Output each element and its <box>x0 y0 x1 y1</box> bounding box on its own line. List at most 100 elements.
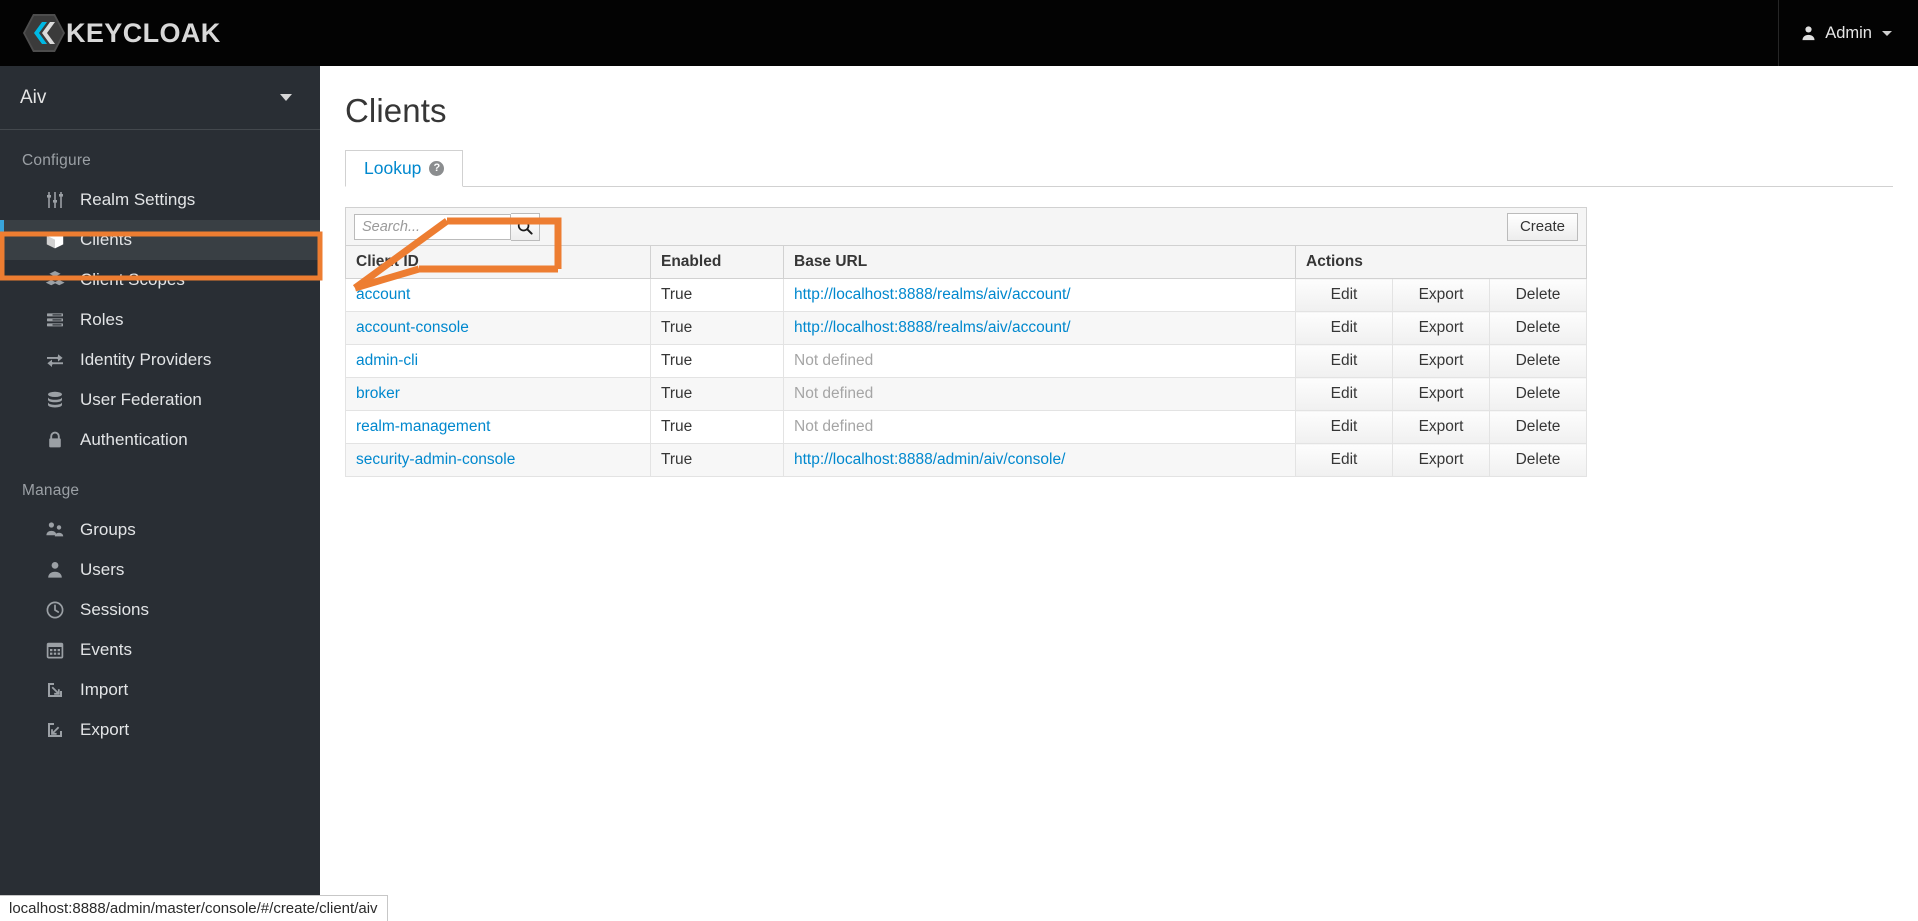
export-button[interactable]: Export <box>1392 344 1490 378</box>
realm-selector[interactable]: Aiv <box>0 66 320 130</box>
edit-button[interactable]: Edit <box>1295 377 1393 411</box>
sidebar: Aiv Configure Realm Settings Clients Client… <box>0 66 320 921</box>
sidebar-item-label: Authentication <box>80 430 188 449</box>
base-url-link[interactable]: http://localhost:8888/admin/aiv/console/ <box>794 451 1065 468</box>
delete-button[interactable]: Delete <box>1489 311 1587 345</box>
keycloak-logo-icon <box>23 14 65 52</box>
export-button[interactable]: Export <box>1392 311 1490 345</box>
client-id-link[interactable]: realm-management <box>356 418 490 435</box>
delete-button[interactable]: Delete <box>1489 377 1587 411</box>
cell-enabled: True <box>650 377 784 411</box>
sidebar-item-groups[interactable]: Groups <box>0 510 320 550</box>
table-row: admin-cli True Not defined Edit Export Delete <box>345 344 1587 378</box>
delete-button[interactable]: Delete <box>1489 278 1587 312</box>
lock-icon <box>44 429 66 451</box>
edit-button[interactable]: Edit <box>1295 443 1393 477</box>
sidebar-item-label: Sessions <box>80 600 149 619</box>
sidebar-item-events[interactable]: Events <box>0 630 320 670</box>
tab-lookup[interactable]: Lookup ? <box>345 150 464 187</box>
users-icon <box>44 519 66 541</box>
table-header-row: Client ID Enabled Base URL Actions <box>345 246 1587 279</box>
client-id-link[interactable]: account <box>356 286 410 303</box>
tab-bar: Lookup ? <box>345 150 1893 187</box>
database-icon <box>44 389 66 411</box>
cell-base-url: http://localhost:8888/admin/aiv/console/ <box>783 443 1296 477</box>
edit-button[interactable]: Edit <box>1295 278 1393 312</box>
user-menu[interactable]: Admin <box>1778 0 1918 66</box>
top-bar: KEYCLOAK Admin <box>0 0 1918 66</box>
cell-enabled: True <box>650 410 784 444</box>
base-url-link[interactable]: http://localhost:8888/realms/aiv/account… <box>794 319 1071 336</box>
base-url-not-defined: Not defined <box>794 352 874 369</box>
sidebar-item-label: User Federation <box>80 390 202 409</box>
client-id-link[interactable]: broker <box>356 385 400 402</box>
cell-client-id: account-console <box>345 311 651 345</box>
sidebar-item-sessions[interactable]: Sessions <box>0 590 320 630</box>
cell-base-url: http://localhost:8888/realms/aiv/account… <box>783 278 1296 312</box>
sidebar-item-export[interactable]: Export <box>0 710 320 750</box>
cell-enabled: True <box>650 311 784 345</box>
create-button[interactable]: Create <box>1506 212 1578 241</box>
sidebar-item-identity-providers[interactable]: Identity Providers <box>0 340 320 380</box>
column-header-base-url[interactable]: Base URL <box>783 246 1296 279</box>
sidebar-item-authentication[interactable]: Authentication <box>0 420 320 460</box>
main-content: Clients Lookup ? Create <box>320 66 1918 921</box>
export-button[interactable]: Export <box>1392 377 1490 411</box>
edit-button[interactable]: Edit <box>1295 311 1393 345</box>
client-id-link[interactable]: account-console <box>356 319 469 336</box>
brand-logo-group[interactable]: KEYCLOAK <box>0 0 221 66</box>
export-button[interactable]: Export <box>1392 410 1490 444</box>
column-header-enabled[interactable]: Enabled <box>650 246 784 279</box>
search-icon <box>517 219 533 235</box>
import-arrow-icon <box>44 679 66 701</box>
sidebar-item-label: Identity Providers <box>80 350 212 369</box>
export-button[interactable]: Export <box>1392 443 1490 477</box>
cell-client-id: admin-cli <box>345 344 651 378</box>
table-toolbar: Create <box>345 207 1587 246</box>
cubes-icon <box>44 269 66 291</box>
sidebar-item-user-federation[interactable]: User Federation <box>0 380 320 420</box>
sidebar-item-users[interactable]: Users <box>0 550 320 590</box>
cell-base-url: http://localhost:8888/realms/aiv/account… <box>783 311 1296 345</box>
cube-icon <box>44 229 66 251</box>
search-button[interactable] <box>511 212 540 241</box>
table-row: security-admin-console True http://localho… <box>345 443 1587 477</box>
sidebar-item-client-scopes[interactable]: Client Scopes <box>0 260 320 300</box>
cell-client-id: security-admin-console <box>345 443 651 477</box>
table-row: account-console True http://localhost:8888… <box>345 311 1587 345</box>
delete-button[interactable]: Delete <box>1489 344 1587 378</box>
edit-button[interactable]: Edit <box>1295 410 1393 444</box>
sidebar-item-realm-settings[interactable]: Realm Settings <box>0 180 320 220</box>
search-input[interactable] <box>354 213 511 240</box>
client-id-link[interactable]: admin-cli <box>356 352 418 369</box>
column-header-client-id[interactable]: Client ID <box>345 246 651 279</box>
delete-button[interactable]: Delete <box>1489 443 1587 477</box>
sidebar-item-import[interactable]: Import <box>0 670 320 710</box>
sidebar-item-label: Events <box>80 640 132 659</box>
export-arrow-icon <box>44 719 66 741</box>
status-bar-url: localhost:8888/admin/master/console/#/cr… <box>9 900 378 917</box>
sidebar-item-label: Clients <box>80 230 132 249</box>
edit-button[interactable]: Edit <box>1295 344 1393 378</box>
table-row: broker True Not defined Edit Export Delete <box>345 377 1587 411</box>
cell-base-url: Not defined <box>783 344 1296 378</box>
help-circle-icon[interactable]: ? <box>429 161 445 176</box>
export-button[interactable]: Export <box>1392 278 1490 312</box>
sidebar-item-roles[interactable]: Roles <box>0 300 320 340</box>
base-url-link[interactable]: http://localhost:8888/realms/aiv/account… <box>794 286 1071 303</box>
search-group <box>354 212 540 241</box>
clients-table-head: Client ID Enabled Base URL Actions <box>345 246 1587 279</box>
sidebar-item-label: Client Scopes <box>80 270 185 289</box>
cell-base-url: Not defined <box>783 377 1296 411</box>
delete-button[interactable]: Delete <box>1489 410 1587 444</box>
sliders-icon <box>44 189 66 211</box>
cell-client-id: account <box>345 278 651 312</box>
sidebar-item-label: Import <box>80 680 129 699</box>
brand-name: KEYCLOAK <box>66 17 221 48</box>
client-id-link[interactable]: security-admin-console <box>356 451 515 468</box>
keycloak-admin-console: KEYCLOAK Admin Aiv Configure Realm Settin… <box>0 0 1918 921</box>
sidebar-item-label: Groups <box>80 520 136 539</box>
column-header-actions: Actions <box>1295 246 1587 279</box>
page-title: Clients <box>345 92 447 129</box>
sidebar-item-clients[interactable]: Clients <box>0 220 320 260</box>
